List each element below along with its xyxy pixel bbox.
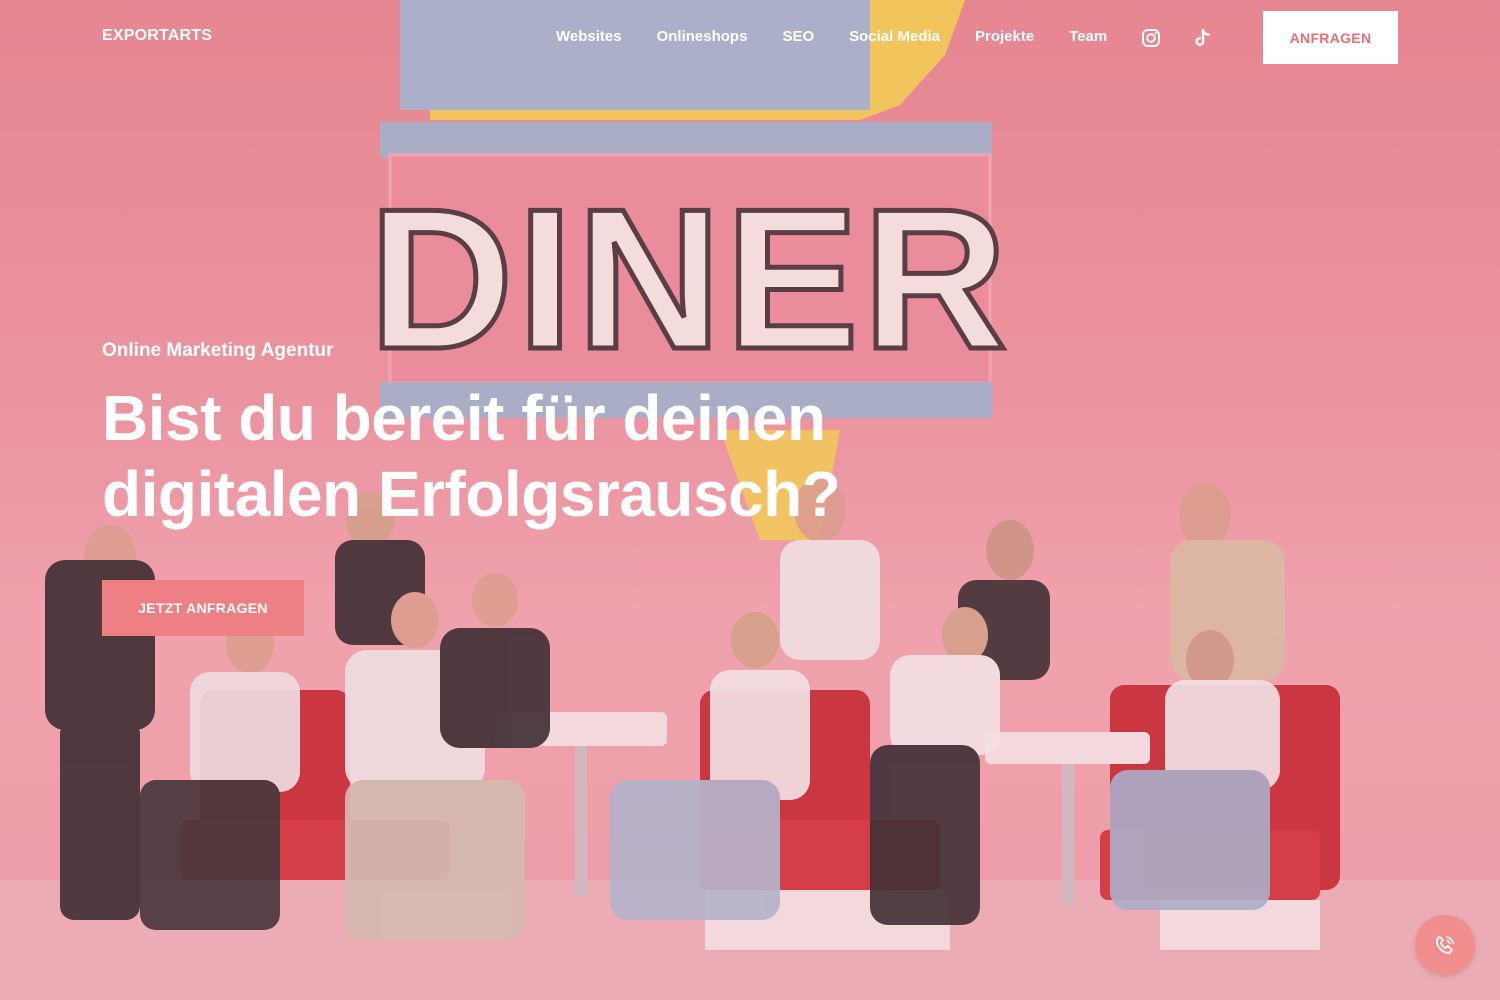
hero-headline-line-2: digitalen Erfolgsrausch? [102,458,841,530]
hero-section: DINER EXPORTARTS Websites Onlineshops SE… [0,0,1500,1000]
nav-item-social-media[interactable]: Social Media [849,28,940,45]
nav-item-onlineshops[interactable]: Onlineshops [657,28,748,45]
nav-item-team[interactable]: Team [1069,28,1107,45]
hero-headline-line-1: Bist du bereit für deinen [102,382,826,454]
tiktok-icon[interactable] [1192,27,1214,49]
hero-headline: Bist du bereit für deinen digitalen Erfo… [102,380,982,532]
nav-item-websites[interactable]: Websites [556,28,622,45]
main-nav: Websites Onlineshops SEO Social Media Pr… [556,28,1142,45]
anfragen-button[interactable]: ANFRAGEN [1263,11,1398,64]
hero-eyebrow: Online Marketing Agentur [102,340,334,361]
phone-icon [1436,935,1454,954]
instagram-icon[interactable] [1140,27,1162,49]
jetzt-anfragen-button[interactable]: JETZT ANFRAGEN [102,580,304,636]
phone-call-button[interactable] [1415,915,1475,975]
brand-logo[interactable]: EXPORTARTS [102,27,212,45]
site-header: EXPORTARTS Websites Onlineshops SEO Soci… [0,0,1500,76]
nav-item-seo[interactable]: SEO [782,28,814,45]
nav-item-projekte[interactable]: Projekte [975,28,1034,45]
